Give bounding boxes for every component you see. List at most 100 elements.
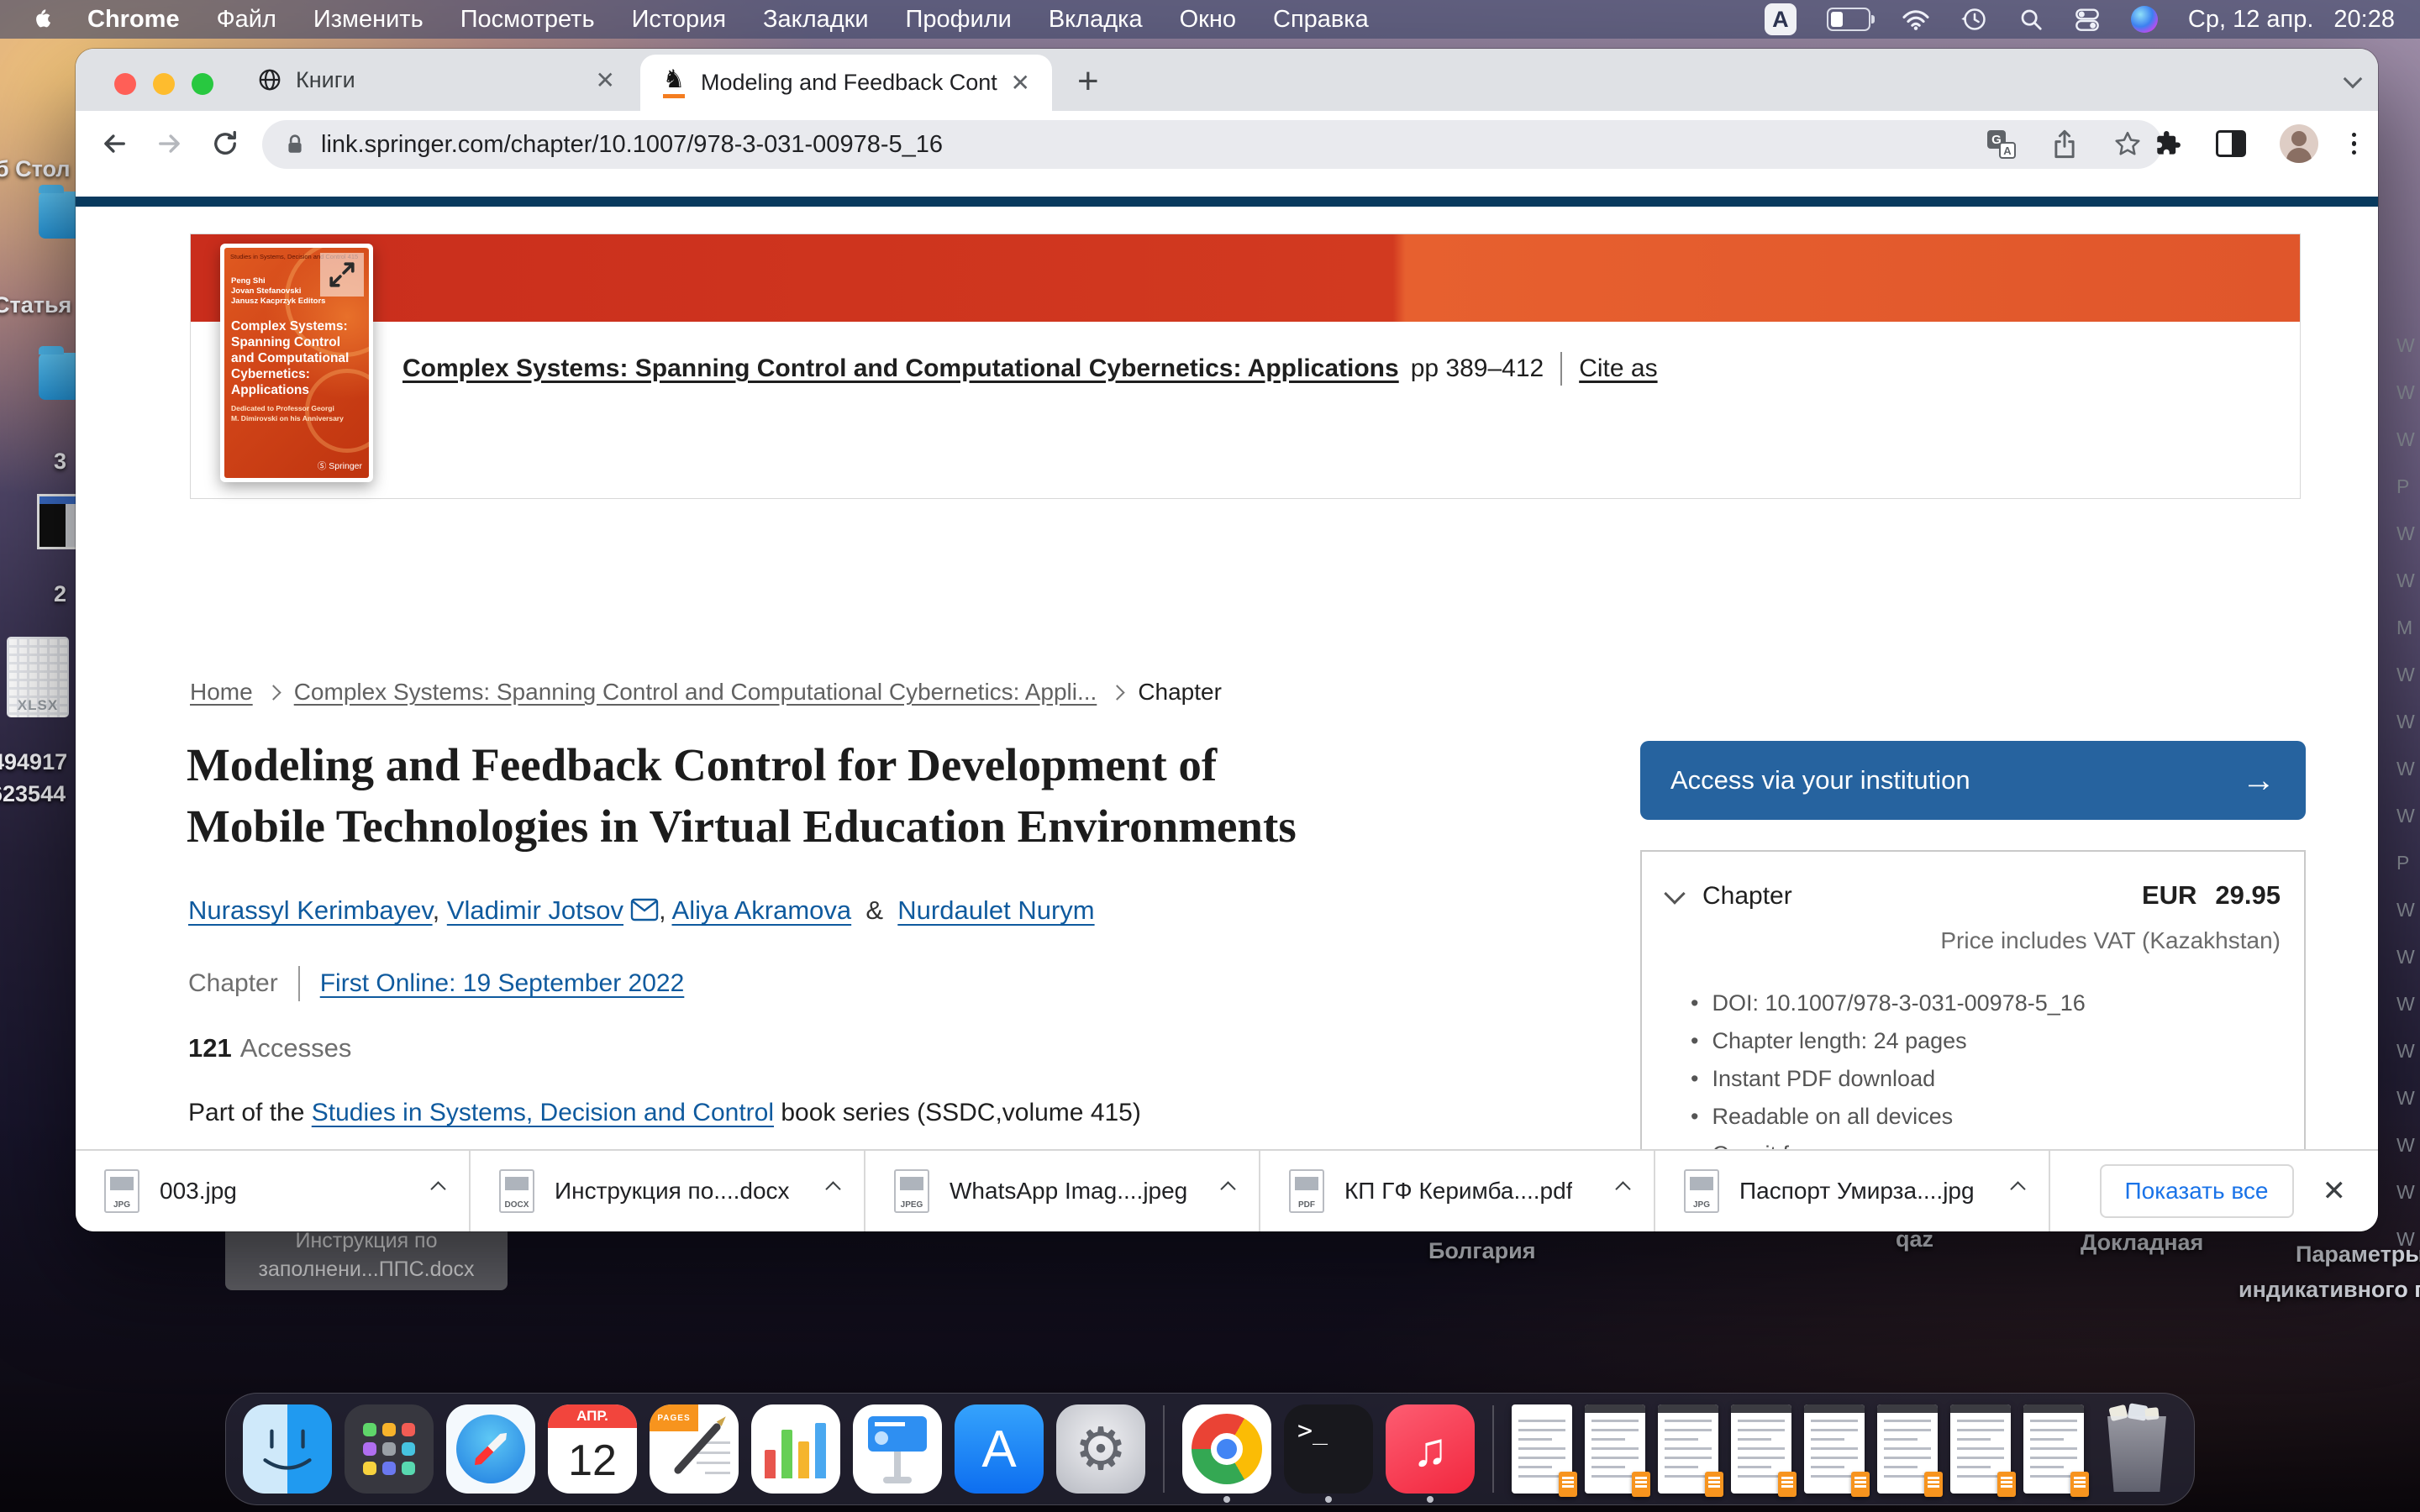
finder-icon[interactable] [243, 1404, 332, 1494]
minimized-document-icon[interactable] [1877, 1404, 1938, 1494]
translate-icon[interactable]: G A [1987, 130, 2016, 159]
input-source-badge[interactable]: A [1765, 3, 1797, 35]
terminal-icon[interactable]: >_ [1284, 1404, 1373, 1494]
minimized-document-icon[interactable] [1731, 1404, 1791, 1494]
address-bar[interactable]: link.springer.com/chapter/10.1007/978-3-… [262, 120, 2162, 169]
download-item[interactable]: DOCXИнструкция по....docx [471, 1151, 865, 1231]
side-panel-icon[interactable] [2216, 130, 2246, 157]
desktop-file-label[interactable]: Параметры [2296, 1242, 2420, 1268]
menu-item-6[interactable]: Профили [906, 6, 1012, 34]
show-all-downloads-button[interactable]: Показать все [2100, 1164, 2294, 1218]
menu-item-3[interactable]: Посмотреть [460, 6, 595, 34]
menu-item-1[interactable]: Файл [217, 6, 276, 34]
book-cover[interactable]: Studies in Systems, Decision and Control… [220, 244, 373, 482]
author-link[interactable]: Nurassyl Kerimbayev [188, 895, 433, 925]
desktop-file-label[interactable]: Докладная [2081, 1230, 2203, 1256]
author-link[interactable]: Nurdaulet Nurym [897, 895, 1094, 925]
share-icon[interactable] [2051, 129, 2078, 160]
bookmark-star-icon[interactable] [2113, 130, 2142, 159]
chevron-up-icon[interactable] [828, 1184, 839, 1199]
close-window-button[interactable] [114, 73, 136, 95]
tab-search-chevron-icon[interactable] [2346, 72, 2360, 90]
music-icon[interactable]: ♫ [1386, 1404, 1475, 1494]
safari-icon[interactable] [446, 1404, 535, 1494]
desktop-file-label[interactable]: 623544 [0, 781, 66, 807]
desktop-file-label[interactable]: Болгария [1428, 1238, 1536, 1264]
app-store-icon[interactable]: A [955, 1404, 1044, 1494]
desktop-xlsx-file[interactable]: XLSX [7, 637, 69, 717]
trash-icon[interactable] [2096, 1404, 2177, 1494]
minimized-document-icon[interactable] [1585, 1404, 1645, 1494]
back-button[interactable] [97, 129, 131, 159]
chevron-up-icon[interactable] [2012, 1184, 2023, 1199]
menu-dots-icon[interactable] [2352, 133, 2357, 155]
tab-close-icon[interactable]: ✕ [1011, 69, 1030, 97]
wifi-icon[interactable] [1901, 8, 1931, 31]
new-tab-button[interactable]: + [1077, 60, 1099, 102]
search-icon[interactable] [2018, 7, 2044, 32]
menu-item-5[interactable]: Закладки [763, 6, 869, 34]
time-machine-icon[interactable] [1961, 6, 1988, 33]
series-link[interactable]: Studies in Systems, Decision and Control [312, 1099, 774, 1126]
menu-clock[interactable]: Ср, 12 апр. 20:28 [2188, 6, 2395, 34]
minimized-document-icon[interactable] [1512, 1404, 1572, 1494]
extensions-icon[interactable] [2152, 129, 2182, 159]
cite-as-link[interactable]: Cite as [1579, 354, 1657, 383]
tab-books[interactable]: Книги ✕ [235, 49, 637, 111]
lock-icon[interactable] [284, 132, 306, 157]
minimized-document-icon[interactable] [1804, 1404, 1865, 1494]
minimized-document-icon[interactable] [1950, 1404, 2011, 1494]
chevron-down-icon[interactable] [1664, 883, 1685, 904]
desktop-file-label[interactable]: Статья [0, 292, 71, 318]
download-item[interactable]: JPEGWhatsApp Imag....jpeg [865, 1151, 1260, 1231]
menu-item-7[interactable]: Вкладка [1049, 6, 1143, 34]
menu-item-8[interactable]: Окно [1180, 6, 1236, 34]
author-link[interactable]: Vladimir Jotsov [447, 895, 623, 925]
battery-icon[interactable] [1827, 8, 1870, 31]
access-institution-button[interactable]: Access via your institution → [1640, 741, 2306, 820]
tab-close-icon[interactable]: ✕ [596, 66, 615, 94]
menu-item-2[interactable]: Изменить [313, 6, 424, 34]
breadcrumb-item-1[interactable]: Complex Systems: Spanning Control and Co… [294, 679, 1097, 705]
calendar-icon[interactable]: АПР. 12 [548, 1404, 637, 1494]
forward-button[interactable] [153, 129, 187, 159]
expand-icon[interactable] [320, 253, 364, 297]
chevron-up-icon[interactable] [433, 1184, 444, 1199]
minimize-window-button[interactable] [153, 73, 175, 95]
desktop-file-label[interactable]: 3 [54, 449, 66, 475]
profile-avatar[interactable] [2280, 124, 2318, 163]
numbers-icon[interactable] [751, 1404, 840, 1494]
menu-item-0[interactable]: Chrome [87, 6, 180, 34]
apple-menu-icon[interactable] [30, 7, 52, 32]
siri-icon[interactable] [2131, 6, 2158, 33]
menu-item-4[interactable]: История [632, 6, 726, 34]
desktop-file-label[interactable]: 2 [54, 581, 66, 607]
desktop-file-label[interactable]: б Стол [0, 156, 71, 182]
zoom-window-button[interactable] [192, 73, 213, 95]
book-title-link[interactable]: Complex Systems: Spanning Control and Co… [402, 354, 1399, 383]
download-item[interactable]: PDFКП ГФ Керимба....pdf [1260, 1151, 1655, 1231]
minimized-document-icon[interactable] [2023, 1404, 2084, 1494]
desktop-file-label[interactable]: 494917 [0, 749, 67, 775]
reload-button[interactable] [208, 129, 242, 159]
control-center-icon[interactable] [2074, 6, 2101, 33]
system-settings-icon[interactable]: ⚙ [1056, 1404, 1145, 1494]
first-online-link[interactable]: First Online: 19 September 2022 [320, 969, 685, 998]
tab-active-article[interactable]: ♞ Modeling and Feedback Contro ✕ [640, 55, 1052, 111]
desktop-file-label[interactable]: индикативного п [2238, 1277, 2420, 1303]
chevron-up-icon[interactable] [1618, 1184, 1628, 1199]
download-item[interactable]: JPGПаспорт Умирза....jpg [1655, 1151, 2050, 1231]
downloads-close-icon[interactable]: ✕ [2323, 1174, 2347, 1208]
chevron-up-icon[interactable] [1223, 1184, 1234, 1199]
chrome-icon[interactable] [1182, 1404, 1271, 1494]
pages-icon[interactable]: PAGES [650, 1404, 739, 1494]
minimized-document-icon[interactable] [1658, 1404, 1718, 1494]
email-icon[interactable] [623, 895, 659, 925]
cover-dedication: Dedicated to Professor GeorgiM. Dimirovs… [231, 404, 344, 423]
launchpad-icon[interactable] [345, 1404, 434, 1494]
author-link[interactable]: Aliya Akramova [672, 895, 852, 925]
breadcrumb-item-0[interactable]: Home [190, 679, 253, 705]
keynote-icon[interactable] [853, 1404, 942, 1494]
menu-item-9[interactable]: Справка [1273, 6, 1369, 34]
download-item[interactable]: JPG003.jpg [76, 1151, 471, 1231]
